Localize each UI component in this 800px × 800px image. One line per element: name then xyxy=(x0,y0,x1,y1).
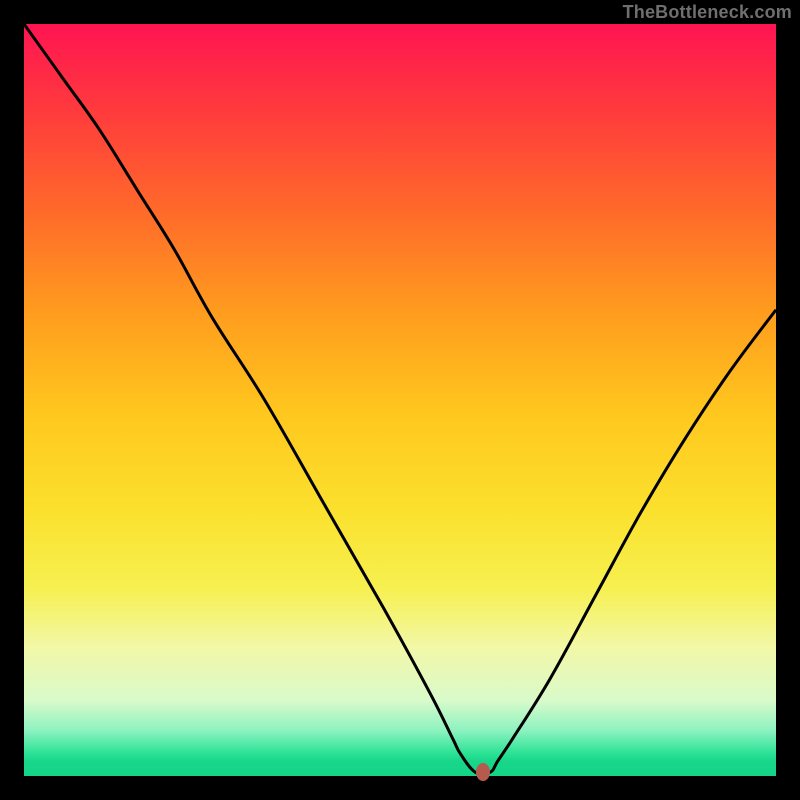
bottleneck-curve xyxy=(24,24,776,776)
curve-path xyxy=(24,24,776,774)
chart-frame: TheBottleneck.com xyxy=(0,0,800,800)
optimal-marker xyxy=(476,763,490,781)
plot-area xyxy=(24,24,776,776)
watermark-text: TheBottleneck.com xyxy=(623,2,792,23)
